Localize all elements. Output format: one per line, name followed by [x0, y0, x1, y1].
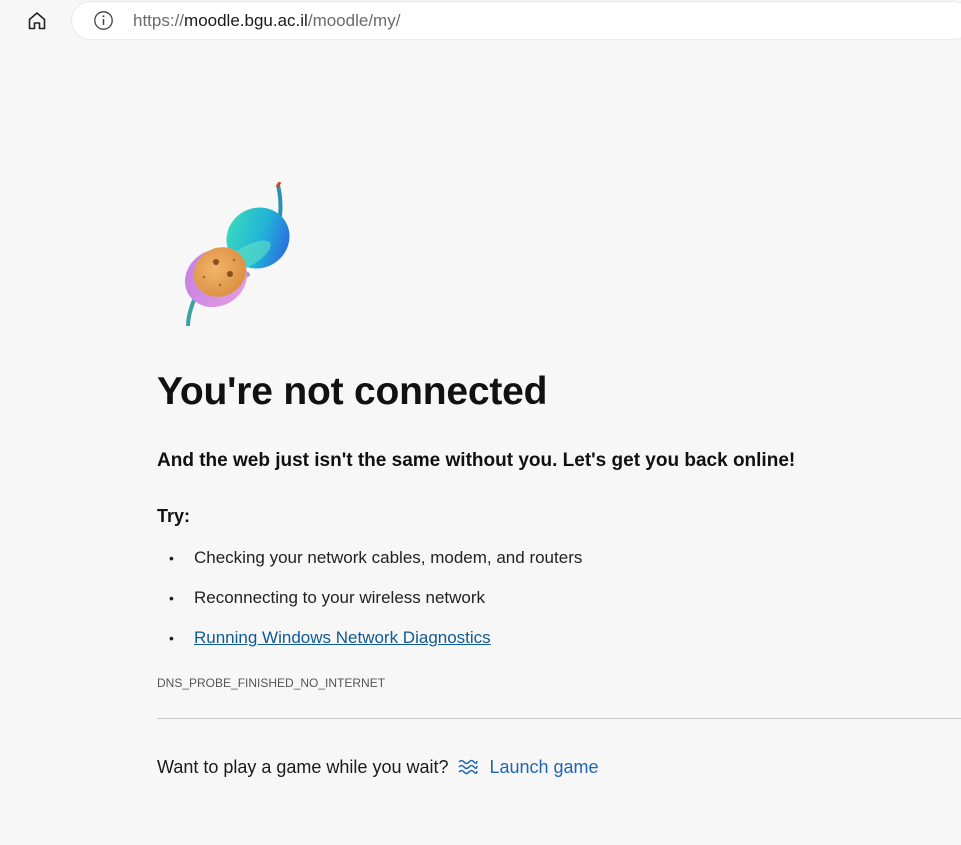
- url-host: moodle.bgu.ac.il: [184, 11, 308, 30]
- home-icon: [28, 12, 46, 30]
- try-label: Try:: [157, 506, 191, 526]
- page-title: You're not connected: [157, 370, 548, 413]
- suggestion-text: Reconnecting to your wireless network: [194, 588, 486, 607]
- network-diagnostics-link[interactable]: Running Windows Network Diagnostics: [194, 628, 491, 647]
- browser-toolbar: https://moodle.bgu.ac.il/moodle/my/: [0, 0, 961, 44]
- waves-icon[interactable]: [457, 756, 479, 778]
- info-icon[interactable]: [93, 10, 114, 31]
- url-scheme: https://: [133, 11, 185, 30]
- launch-game-link[interactable]: Launch game: [489, 757, 598, 778]
- page-subtitle: And the web just isn't the same without …: [157, 450, 796, 471]
- suggestions-list: • Checking your network cables, modem, a…: [157, 546, 582, 666]
- game-prompt-row: Want to play a game while you wait? Laun…: [157, 756, 599, 778]
- home-button[interactable]: [22, 6, 52, 36]
- suggestion-network-diagnostics: • Running Windows Network Diagnostics: [157, 626, 582, 666]
- suggestion-text: Checking your network cables, modem, and…: [194, 548, 583, 567]
- error-code: DNS_PROBE_FINISHED_NO_INTERNET: [157, 676, 386, 690]
- url-path: /moodle/my/: [307, 11, 401, 30]
- url-text[interactable]: https://moodle.bgu.ac.il/moodle/my/: [133, 11, 400, 31]
- unplugged-connector-icon: [176, 181, 304, 328]
- suggestion-reconnect-wireless: • Reconnecting to your wireless network: [157, 586, 582, 626]
- bullet: •: [169, 630, 174, 646]
- bullet: •: [169, 550, 174, 566]
- suggestion-check-cables: • Checking your network cables, modem, a…: [157, 546, 582, 586]
- bullet: •: [169, 590, 174, 606]
- divider: [157, 718, 961, 719]
- address-bar[interactable]: https://moodle.bgu.ac.il/moodle/my/: [72, 2, 961, 39]
- game-prompt-text: Want to play a game while you wait?: [157, 756, 449, 777]
